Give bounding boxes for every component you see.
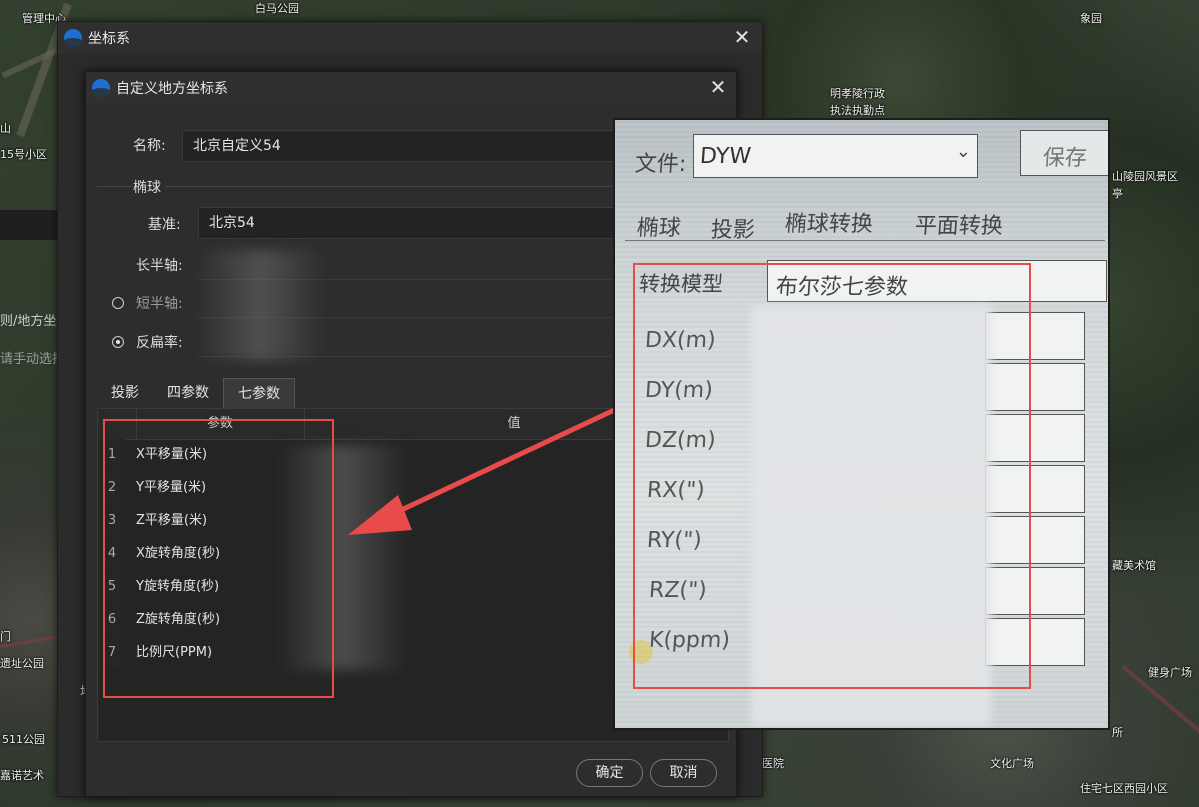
app-logo-icon xyxy=(64,28,82,47)
map-label: 511公园 xyxy=(2,733,45,746)
map-label: 嘉诺艺术 xyxy=(0,769,44,782)
map-label: 执法执勤点 xyxy=(830,104,885,117)
photo-file-label: 文件: xyxy=(633,152,688,177)
photo-tab-divider xyxy=(625,240,1105,241)
tab-projection[interactable]: 投影 xyxy=(97,378,153,408)
photo-tab: 椭球转换 xyxy=(783,212,874,237)
map-label: 文化广场 xyxy=(990,757,1034,770)
tab-seven-param[interactable]: 七参数 xyxy=(223,378,295,409)
dialog-title: 自定义地方坐标系 xyxy=(116,81,228,97)
dialog-title: 坐标系 xyxy=(88,30,130,47)
dialog-titlebar: 坐标系 ✕ xyxy=(58,22,762,53)
datum-label: 基准: xyxy=(148,217,181,233)
map-label: 医院 xyxy=(762,757,784,770)
device-screen-photo: 文件: DYW ⌄ 保存 椭球 投影 椭球转换 平面转换 转换模型 布尔莎七参数… xyxy=(613,118,1110,730)
tab-four-param[interactable]: 四参数 xyxy=(153,378,223,408)
close-icon[interactable]: ✕ xyxy=(732,26,752,48)
photo-file-select: DYW ⌄ xyxy=(693,134,978,178)
param-tabs: 投影 四参数 七参数 xyxy=(97,378,295,409)
map-label: 白马公园 xyxy=(255,2,299,15)
app-logo-icon xyxy=(92,79,110,97)
inv-flattening-label: 反扁率: xyxy=(136,335,183,351)
map-label: 藏美术馆 xyxy=(1112,559,1156,572)
map-label: 健身广场 xyxy=(1148,666,1192,679)
map-label: 门 xyxy=(0,630,11,643)
map-label: 15号小区 xyxy=(0,148,47,161)
photo-save-button: 保存 xyxy=(1020,130,1108,176)
name-label: 名称: xyxy=(133,138,166,154)
photo-tab: 椭球 xyxy=(635,216,682,241)
photo-file-value: DYW xyxy=(699,144,752,169)
ellipsoid-group-title: 椭球 xyxy=(133,177,165,197)
ok-button[interactable]: 确定 xyxy=(576,759,643,787)
inv-flattening-radio[interactable] xyxy=(112,336,124,348)
cancel-button[interactable]: 取消 xyxy=(650,759,717,787)
map-label: 住宅七区西园小区 xyxy=(1080,782,1168,795)
photo-tab: 平面转换 xyxy=(913,214,1004,239)
photo-highlight-box xyxy=(633,263,1031,689)
map-label: 明孝陵行政 xyxy=(830,87,885,100)
map-label: 山陵园风景区 xyxy=(1112,170,1178,183)
map-label: 亭 xyxy=(1112,187,1123,200)
pointer-arrow-icon xyxy=(348,402,627,535)
side-panel-strip xyxy=(0,210,57,240)
map-label: 山 xyxy=(0,122,11,135)
photo-dropdown-icon: ⌄ xyxy=(955,141,972,162)
redacted-values xyxy=(196,250,326,360)
semi-minor-radio[interactable] xyxy=(112,297,124,309)
map-label: 遗址公园 xyxy=(0,657,44,670)
highlight-box xyxy=(103,419,334,698)
dialog-titlebar: 自定义地方坐标系 ✕ xyxy=(86,72,736,104)
side-panel-text: 请手动选择 xyxy=(0,352,66,367)
photo-save-label: 保存 xyxy=(1041,146,1088,171)
close-icon[interactable]: ✕ xyxy=(708,76,728,98)
semi-minor-label: 短半轴: xyxy=(136,296,183,312)
map-label: 象园 xyxy=(1080,12,1102,25)
map-label: 所 xyxy=(1112,726,1123,739)
semi-major-label: 长半轴: xyxy=(136,258,183,274)
